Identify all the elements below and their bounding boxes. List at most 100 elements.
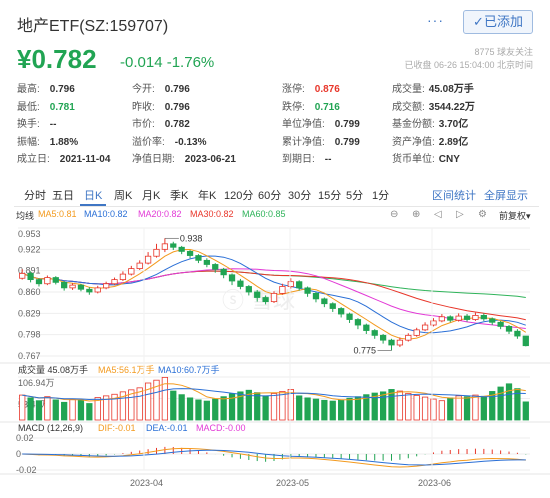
x-tick-label: 2023-06 bbox=[418, 478, 451, 488]
candle-body bbox=[413, 329, 420, 336]
volume-bar bbox=[480, 395, 487, 421]
volume-bar bbox=[438, 400, 445, 421]
candle-body bbox=[144, 255, 152, 264]
candle-body bbox=[438, 316, 445, 322]
macd-tick-label: 0.02 bbox=[16, 433, 34, 443]
ma-legend-item: MA60:0.85 bbox=[242, 209, 286, 219]
volume-bar bbox=[186, 397, 194, 421]
adjust-select[interactable]: 前复权▾ bbox=[499, 209, 531, 222]
stat-cell: 换手: -- bbox=[17, 115, 56, 130]
tab-3[interactable]: 周K bbox=[110, 187, 136, 206]
stat-value: 3544.22万 bbox=[428, 101, 475, 113]
tab-8[interactable]: 60分 bbox=[254, 187, 285, 206]
candle-body bbox=[329, 303, 336, 309]
tab-5[interactable]: 季K bbox=[166, 187, 192, 206]
tab-11[interactable]: 5分 bbox=[342, 187, 367, 206]
stat-cell: 涨停: 0.876 bbox=[282, 80, 340, 95]
tab-0[interactable]: 分时 bbox=[20, 187, 50, 206]
stat-label: 累计净值: bbox=[282, 136, 325, 148]
candle-body bbox=[237, 280, 244, 287]
plus-icon[interactable]: ⊕ bbox=[412, 209, 420, 220]
volume-bar bbox=[27, 397, 34, 421]
current-price: ¥0.782 bbox=[17, 44, 97, 74]
volume-bar bbox=[86, 403, 93, 421]
more-icon[interactable]: ··· bbox=[427, 12, 444, 28]
min-price-label: 0.775 bbox=[354, 345, 377, 355]
tab-4[interactable]: 月K bbox=[138, 187, 164, 206]
macd-legend-item: MACD (12,26,9) bbox=[18, 423, 83, 433]
candle-body bbox=[346, 313, 353, 320]
candle-body bbox=[363, 324, 370, 331]
volume-bar bbox=[405, 393, 412, 421]
volume-bar bbox=[212, 398, 219, 421]
stat-cell: 到期日: -- bbox=[282, 150, 331, 165]
stat-value: 45.08万手 bbox=[428, 84, 474, 95]
stat-value: -- bbox=[49, 119, 57, 130]
price-tick-label: 0.798 bbox=[18, 330, 41, 340]
macd-legend-item: MACD:-0.00 bbox=[196, 423, 246, 433]
tab-12[interactable]: 1分 bbox=[368, 187, 393, 206]
candle-body bbox=[27, 273, 34, 281]
stat-cell: 跌停: 0.716 bbox=[282, 98, 340, 113]
kline-chart[interactable]: 0.9530.9220.8910.8600.8290.7980.767ⓢ 雪球0… bbox=[0, 222, 550, 498]
stat-label: 溢价率: bbox=[132, 136, 165, 148]
stat-cell: 成交量: 45.08万手 bbox=[392, 80, 474, 95]
stat-label: 换手: bbox=[17, 119, 40, 130]
tab-7[interactable]: 120分 bbox=[220, 187, 257, 206]
candle-body bbox=[480, 314, 487, 320]
watchers-count: 8775 球友关注 bbox=[474, 47, 533, 57]
volume-legend-item: MA5:56.1万手 bbox=[98, 364, 155, 375]
volume-bar bbox=[178, 394, 185, 421]
volume-bar bbox=[346, 397, 353, 421]
candle-body bbox=[178, 246, 185, 252]
candle-body bbox=[69, 284, 76, 289]
minus-icon[interactable]: ⊖ bbox=[390, 209, 398, 220]
macd-legend-item: DIF:-0.01 bbox=[98, 423, 136, 433]
stat-value: 3.70亿 bbox=[438, 119, 469, 130]
tab-9[interactable]: 30分 bbox=[284, 187, 315, 206]
volume-bar bbox=[497, 386, 504, 421]
settings-icon[interactable]: ⚙ bbox=[478, 209, 487, 220]
ma-legend: 均线 MA5:0.81 MA10:0.82 MA20:0.82 MA30:0.82 MA6… bbox=[14, 209, 539, 223]
tab-1[interactable]: 五日 bbox=[48, 187, 78, 206]
change-value: -0.014 bbox=[120, 54, 163, 71]
candle-body bbox=[455, 315, 462, 321]
stat-cell: 最低: 0.781 bbox=[17, 98, 75, 113]
tab-10[interactable]: 15分 bbox=[314, 187, 345, 206]
stat-cell: 今开: 0.796 bbox=[132, 80, 190, 95]
stat-cell: 基金份额: 3.70亿 bbox=[392, 115, 468, 130]
stat-cell: 货币单位: CNY bbox=[392, 150, 460, 165]
volume-bar bbox=[421, 396, 429, 421]
left-icon[interactable]: ◁ bbox=[434, 209, 442, 220]
volume-bar bbox=[270, 393, 278, 421]
candle-body bbox=[270, 292, 278, 303]
tab-2[interactable]: 日K bbox=[80, 187, 107, 206]
candle-body bbox=[170, 243, 177, 248]
stat-cell: 溢价率: -0.13% bbox=[132, 133, 206, 148]
ma-label: 均线 bbox=[16, 211, 35, 221]
fullscreen-link[interactable]: 全屏显示 bbox=[484, 187, 528, 205]
volume-bar bbox=[279, 391, 286, 421]
stat-label: 昨收: bbox=[132, 101, 155, 113]
stat-cell: 成立日: 2021-11-04 bbox=[17, 150, 110, 165]
header: 地产ETF(SZ:159707) ··· ✓已添加 bbox=[17, 10, 534, 35]
range-stats-link[interactable]: 区间统计 bbox=[432, 187, 476, 205]
candle-body bbox=[522, 335, 529, 347]
candle-body bbox=[338, 308, 345, 315]
ma-legend-item: MA5:0.81 bbox=[38, 209, 77, 219]
candle-body bbox=[128, 268, 135, 275]
volume-bar bbox=[220, 396, 227, 421]
candle-body bbox=[514, 330, 521, 337]
volume-bar bbox=[463, 396, 471, 421]
volume-bar bbox=[262, 395, 269, 421]
stat-value: 0.796 bbox=[49, 84, 75, 95]
added-watchlist-button[interactable]: ✓已添加 bbox=[463, 10, 533, 34]
candle-body bbox=[421, 324, 429, 331]
candle-body bbox=[19, 273, 26, 279]
candle-body bbox=[94, 287, 101, 293]
candle-body bbox=[321, 298, 328, 305]
right-icon[interactable]: ▷ bbox=[456, 209, 464, 220]
tab-6[interactable]: 年K bbox=[194, 187, 220, 206]
stat-label: 市价: bbox=[132, 119, 155, 130]
candle-body bbox=[296, 281, 303, 289]
